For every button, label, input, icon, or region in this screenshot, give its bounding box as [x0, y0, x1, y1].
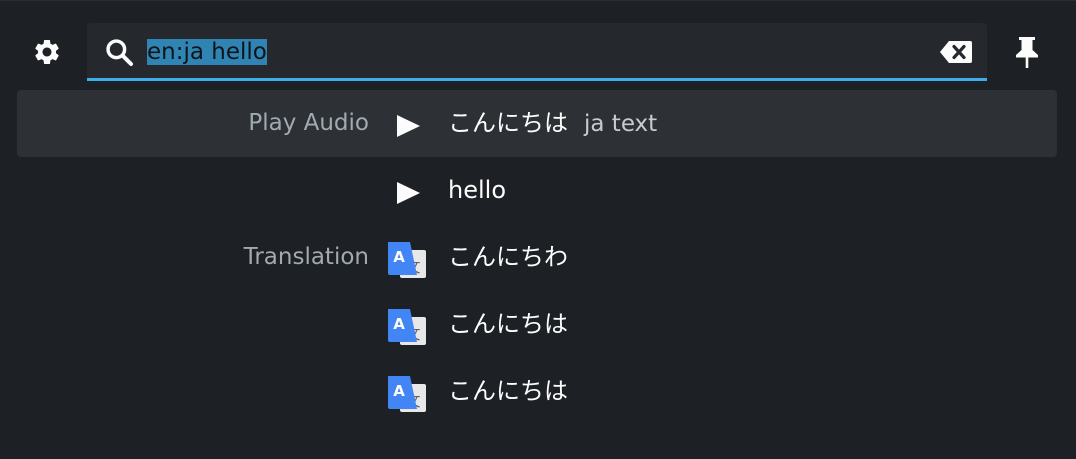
- result-title: こんにちは: [448, 377, 568, 405]
- svg-text:A: A: [393, 315, 405, 333]
- play-icon: [397, 115, 420, 137]
- search-icon: [106, 39, 133, 66]
- result-item[interactable]: 文 A こんにちは: [17, 358, 1057, 425]
- pin-icon: [1016, 37, 1038, 68]
- result-title: こんにちわ: [448, 243, 568, 271]
- result-title: hello: [448, 176, 506, 204]
- google-translate-icon: 文 A: [388, 309, 426, 345]
- result-subtext: ja text: [584, 111, 658, 137]
- result-item[interactable]: hello: [17, 157, 1057, 224]
- result-text: こんにちは ja text: [448, 90, 657, 157]
- result-item[interactable]: 文 A こんにちは: [17, 291, 1057, 358]
- search-query-text: en:ja hello: [147, 39, 267, 65]
- google-translate-icon: 文 A: [388, 376, 426, 412]
- gear-icon: [35, 39, 59, 64]
- krunner-window: en:ja hello Play Audio こんにちは ja text hell…: [0, 0, 1076, 459]
- pin-button[interactable]: [1007, 32, 1047, 72]
- result-text: こんにちわ: [448, 224, 568, 291]
- search-input[interactable]: en:ja hello: [147, 36, 907, 68]
- result-category-label: Play Audio: [248, 110, 369, 136]
- result-text: こんにちは: [448, 358, 568, 425]
- result-item[interactable]: Translation 文 A こんにちわ: [17, 224, 1057, 291]
- result-text: hello: [448, 157, 506, 224]
- backspace-clear-icon[interactable]: [939, 39, 973, 65]
- result-text: こんにちは: [448, 291, 568, 358]
- svg-text:A: A: [393, 248, 405, 266]
- result-category-label: Translation: [243, 244, 369, 270]
- svg-text:A: A: [393, 382, 405, 400]
- play-icon: [397, 182, 420, 204]
- search-field[interactable]: en:ja hello: [87, 23, 987, 81]
- result-item[interactable]: Play Audio こんにちは ja text: [17, 90, 1057, 157]
- settings-button[interactable]: [27, 32, 67, 72]
- result-title: こんにちは: [448, 109, 568, 137]
- google-translate-icon: 文 A: [388, 242, 426, 278]
- result-title: こんにちは: [448, 310, 568, 338]
- results-list: Play Audio こんにちは ja text hello Translatio…: [17, 90, 1057, 425]
